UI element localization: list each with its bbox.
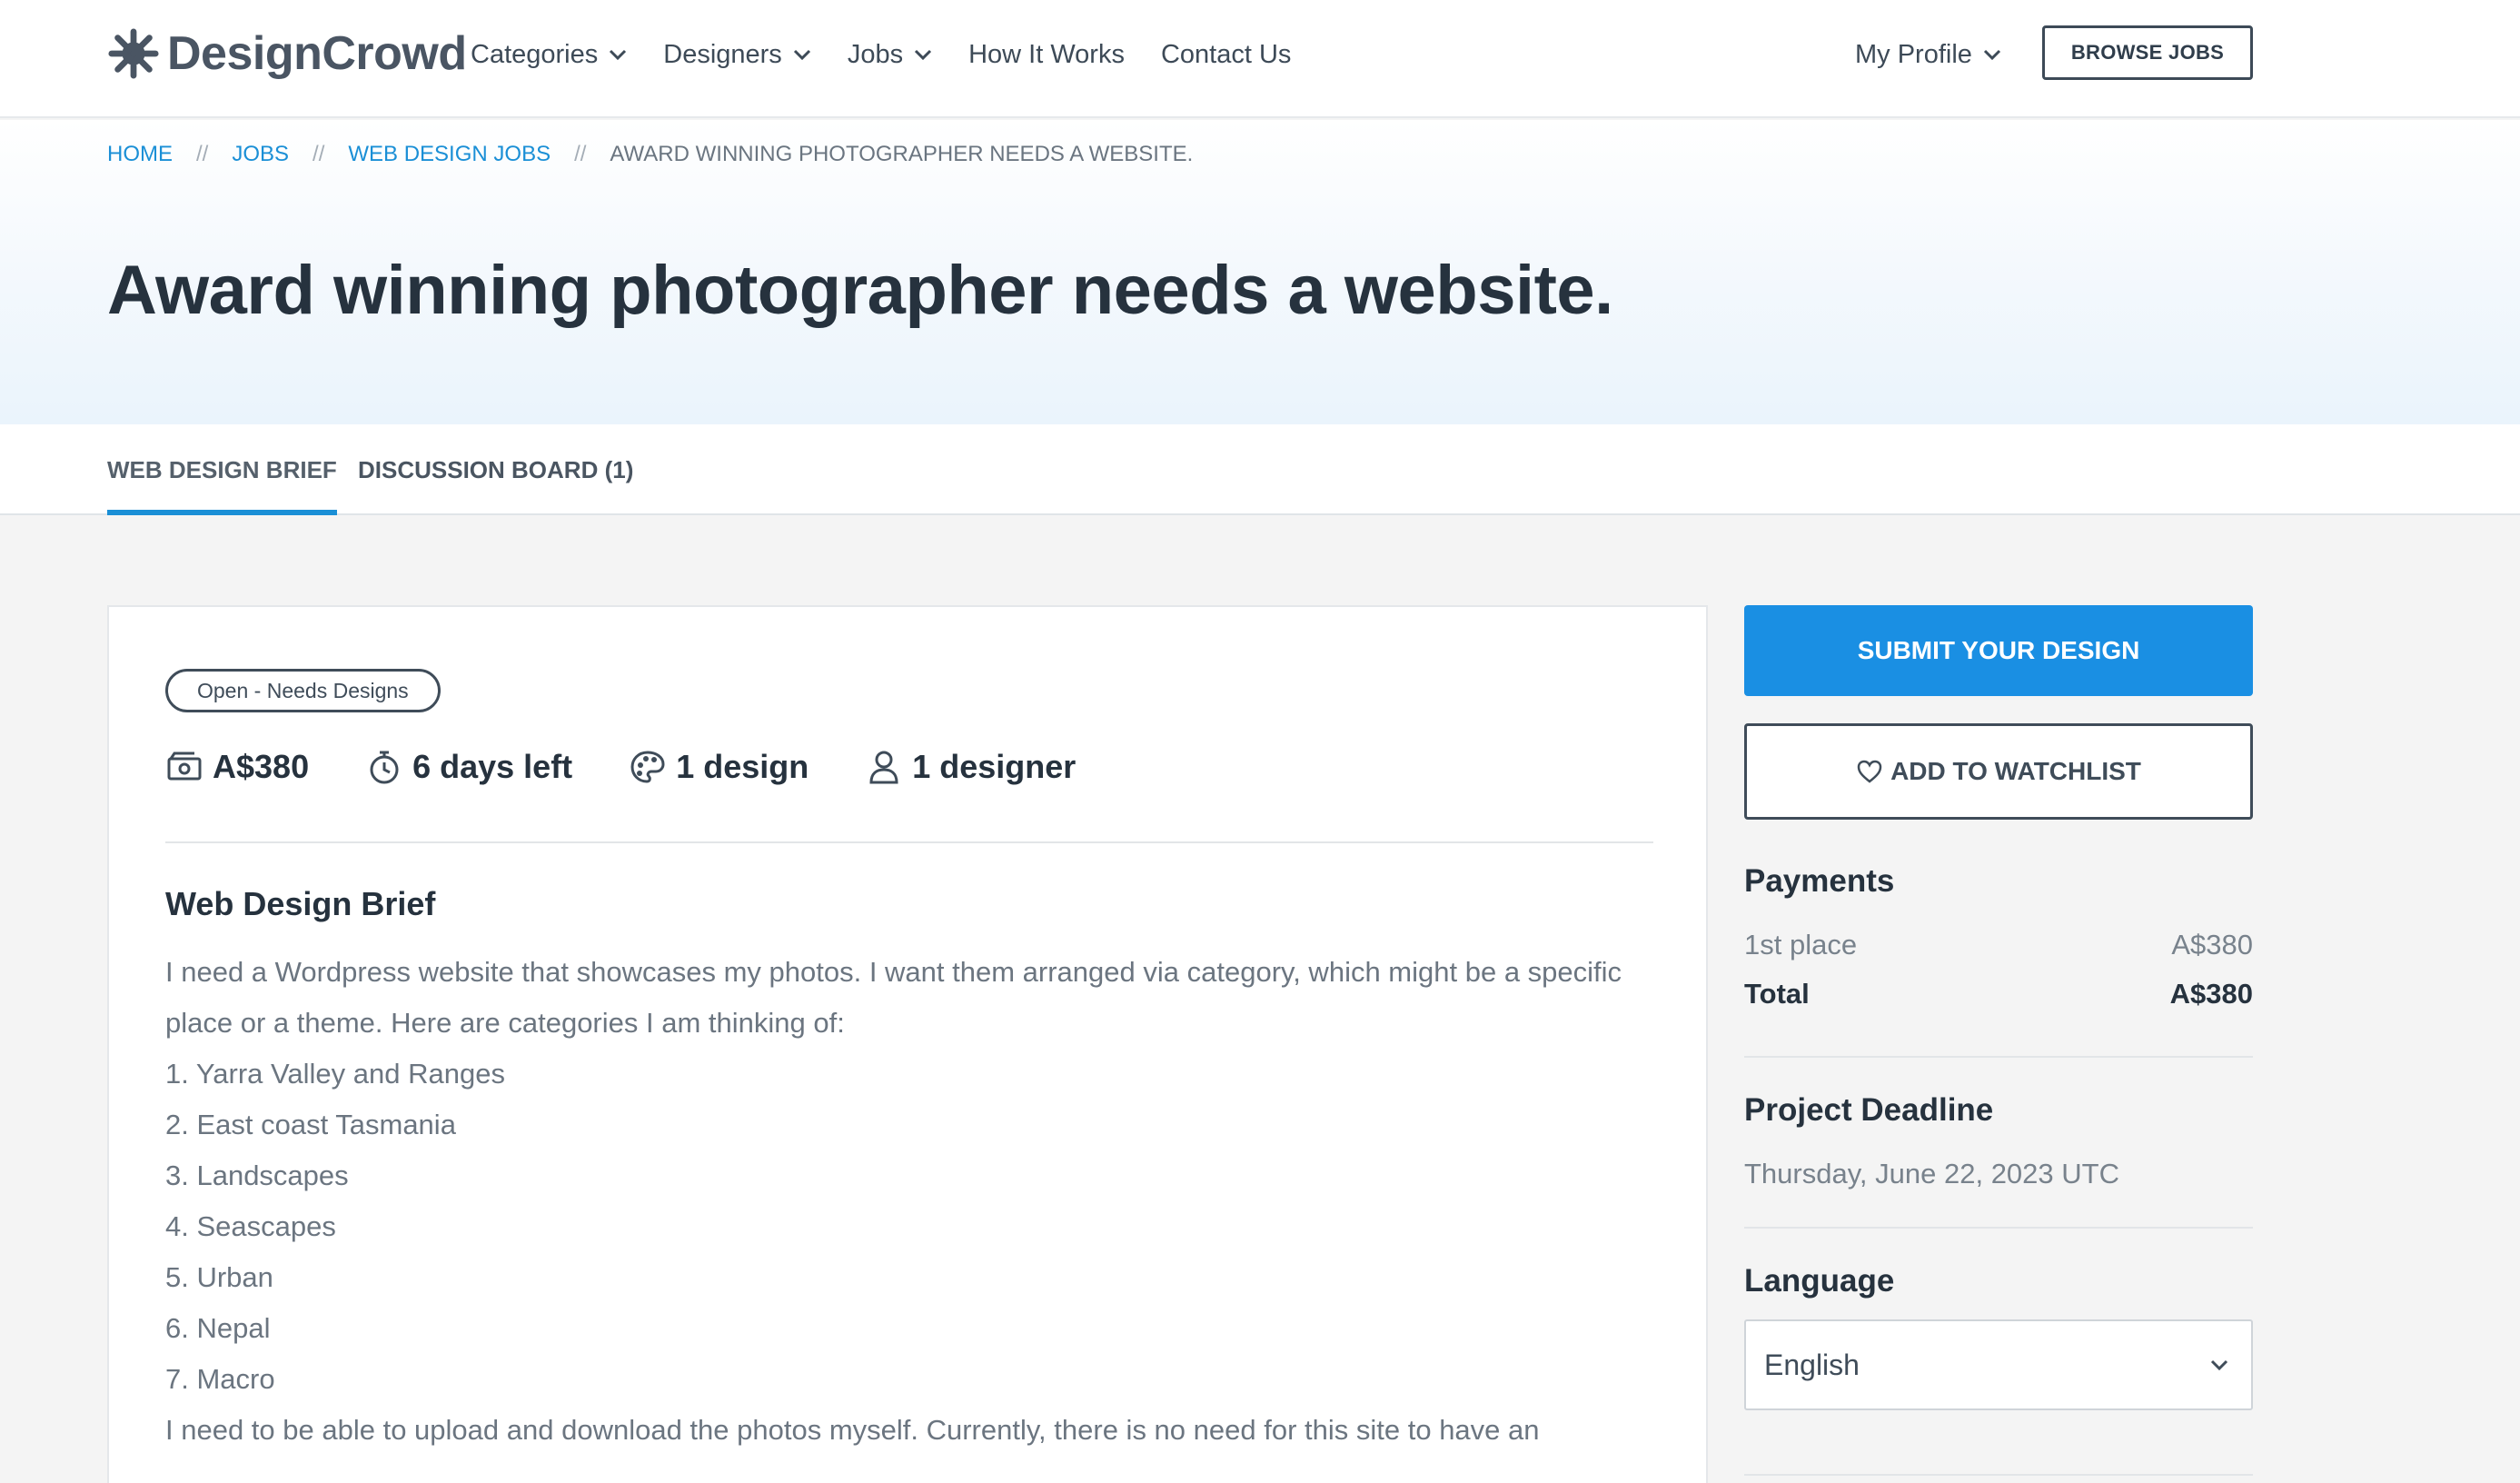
payment-first-value: A$380 — [2171, 929, 2253, 960]
nav-jobs[interactable]: Jobs — [848, 40, 932, 70]
brief-line: 4. Seascapes — [165, 1210, 336, 1242]
deadline-value: Thursday, June 22, 2023 UTC — [1744, 1158, 2119, 1189]
payment-total-value: A$380 — [2169, 978, 2253, 1010]
language-select[interactable]: English — [1744, 1319, 2253, 1410]
nav-how-it-works-label: How It Works — [968, 39, 1125, 69]
brief-card: Open - Needs Designs A$380 6 days left 1… — [107, 605, 1708, 1483]
add-to-watchlist-button[interactable]: ADD TO WATCHLIST — [1744, 723, 2253, 820]
nav-jobs-label: Jobs — [847, 39, 904, 69]
user-icon — [869, 751, 898, 784]
add-to-watchlist-label: ADD TO WATCHLIST — [1890, 757, 2141, 785]
browse-jobs-button[interactable]: BROWSE JOBS — [2042, 25, 2253, 80]
brief-line: 7. Macro — [165, 1363, 275, 1395]
hero-banner: HOME // JOBS // WEB DESIGN JOBS // AWARD… — [0, 120, 2520, 424]
stat-prize-text: A$380 — [213, 748, 310, 785]
payments-heading: Payments — [1744, 863, 1895, 899]
payment-row-first: 1st place A$380 — [1744, 929, 2253, 961]
chevron-down-icon — [1983, 49, 2000, 61]
cash-icon — [167, 751, 202, 781]
submit-design-button[interactable]: SUBMIT YOUR DESIGN — [1744, 605, 2253, 696]
payment-total-label: Total — [1744, 978, 1810, 1010]
breadcrumb-jobs[interactable]: JOBS — [232, 142, 289, 167]
deadline-heading: Project Deadline — [1744, 1092, 1994, 1128]
breadcrumb-current: AWARD WINNING PHOTOGRAPHER NEEDS A WEBSI… — [610, 142, 1194, 166]
stat-time-left: 6 days left — [365, 748, 572, 786]
sidebar-divider — [1744, 1474, 2253, 1476]
job-stats: A$380 6 days left 1 design 1 designer — [165, 742, 1132, 792]
tab-bar: WEB DESIGN BRIEF DISCUSSION BOARD (1) — [0, 424, 2520, 515]
brief-line: I need a Wordpress website that showcase… — [165, 956, 1622, 988]
nav-categories[interactable]: Categories — [471, 40, 627, 70]
payment-first-label: 1st place — [1744, 929, 1858, 960]
payment-row-total: Total A$380 — [1744, 978, 2253, 1010]
stat-time-left-text: 6 days left — [412, 748, 573, 785]
nav-designers-label: Designers — [663, 39, 782, 69]
sidebar-divider — [1744, 1056, 2253, 1058]
nav-how-it-works[interactable]: How It Works — [968, 40, 1125, 70]
stat-designs-text: 1 design — [676, 748, 809, 785]
sun-splash-icon — [108, 28, 159, 79]
breadcrumb-separator: // — [574, 142, 587, 166]
brief-line: 6. Nepal — [165, 1312, 271, 1344]
nav-categories-label: Categories — [471, 39, 599, 69]
brief-line: 2. East coast Tasmania — [165, 1109, 456, 1140]
my-profile-menu[interactable]: My Profile — [1855, 33, 2001, 76]
nav-contact-us[interactable]: Contact Us — [1161, 40, 1291, 70]
language-heading: Language — [1744, 1263, 1895, 1299]
breadcrumb-separator: // — [196, 142, 209, 166]
logo-text: DesignCrowd — [167, 27, 467, 80]
chevron-down-icon — [793, 49, 810, 61]
brief-line: 3. Landscapes — [165, 1160, 349, 1191]
heart-icon — [1857, 760, 1882, 783]
nav-contact-us-label: Contact Us — [1160, 39, 1292, 69]
brief-line: 1. Yarra Valley and Ranges — [165, 1058, 505, 1090]
status-badge: Open - Needs Designs — [165, 669, 441, 712]
breadcrumb-separator: // — [313, 142, 325, 166]
stat-designers-text: 1 designer — [912, 748, 1076, 785]
brief-line: I need to be able to upload and download… — [165, 1414, 1540, 1446]
palette-icon — [630, 751, 665, 783]
stat-prize: A$380 — [165, 748, 309, 786]
logo[interactable]: DesignCrowd — [107, 22, 467, 85]
chevron-down-icon — [915, 49, 932, 61]
stat-designs: 1 design — [629, 748, 809, 786]
tab-discussion-board[interactable]: DISCUSSION BOARD (1) — [358, 424, 633, 515]
tab-web-design-brief[interactable]: WEB DESIGN BRIEF — [107, 424, 337, 515]
main-nav: Categories Designers Jobs How It Works C… — [471, 33, 1327, 76]
chevron-down-icon — [610, 49, 627, 61]
brief-body: I need a Wordpress website that showcase… — [165, 947, 1655, 1456]
nav-designers[interactable]: Designers — [663, 40, 811, 70]
divider — [165, 841, 1653, 843]
brief-line: 5. Urban — [165, 1261, 273, 1293]
language-selected-value: English — [1764, 1348, 1860, 1381]
stat-designers: 1 designer — [865, 748, 1076, 786]
site-header: DesignCrowd Categories Designers Jobs Ho… — [0, 0, 2520, 118]
breadcrumb-web-design-jobs[interactable]: WEB DESIGN JOBS — [348, 142, 551, 167]
page-title: Award winning photographer needs a websi… — [107, 252, 1613, 329]
breadcrumb: HOME // JOBS // WEB DESIGN JOBS // AWARD… — [107, 142, 1193, 167]
sidebar-divider — [1744, 1227, 2253, 1229]
brief-title: Web Design Brief — [165, 885, 436, 922]
my-profile-label: My Profile — [1855, 39, 1972, 69]
breadcrumb-home[interactable]: HOME — [107, 142, 173, 167]
brief-line: place or a theme. Here are categories I … — [165, 1007, 845, 1039]
stopwatch-icon — [370, 751, 399, 784]
chevron-down-icon — [2210, 1359, 2228, 1371]
